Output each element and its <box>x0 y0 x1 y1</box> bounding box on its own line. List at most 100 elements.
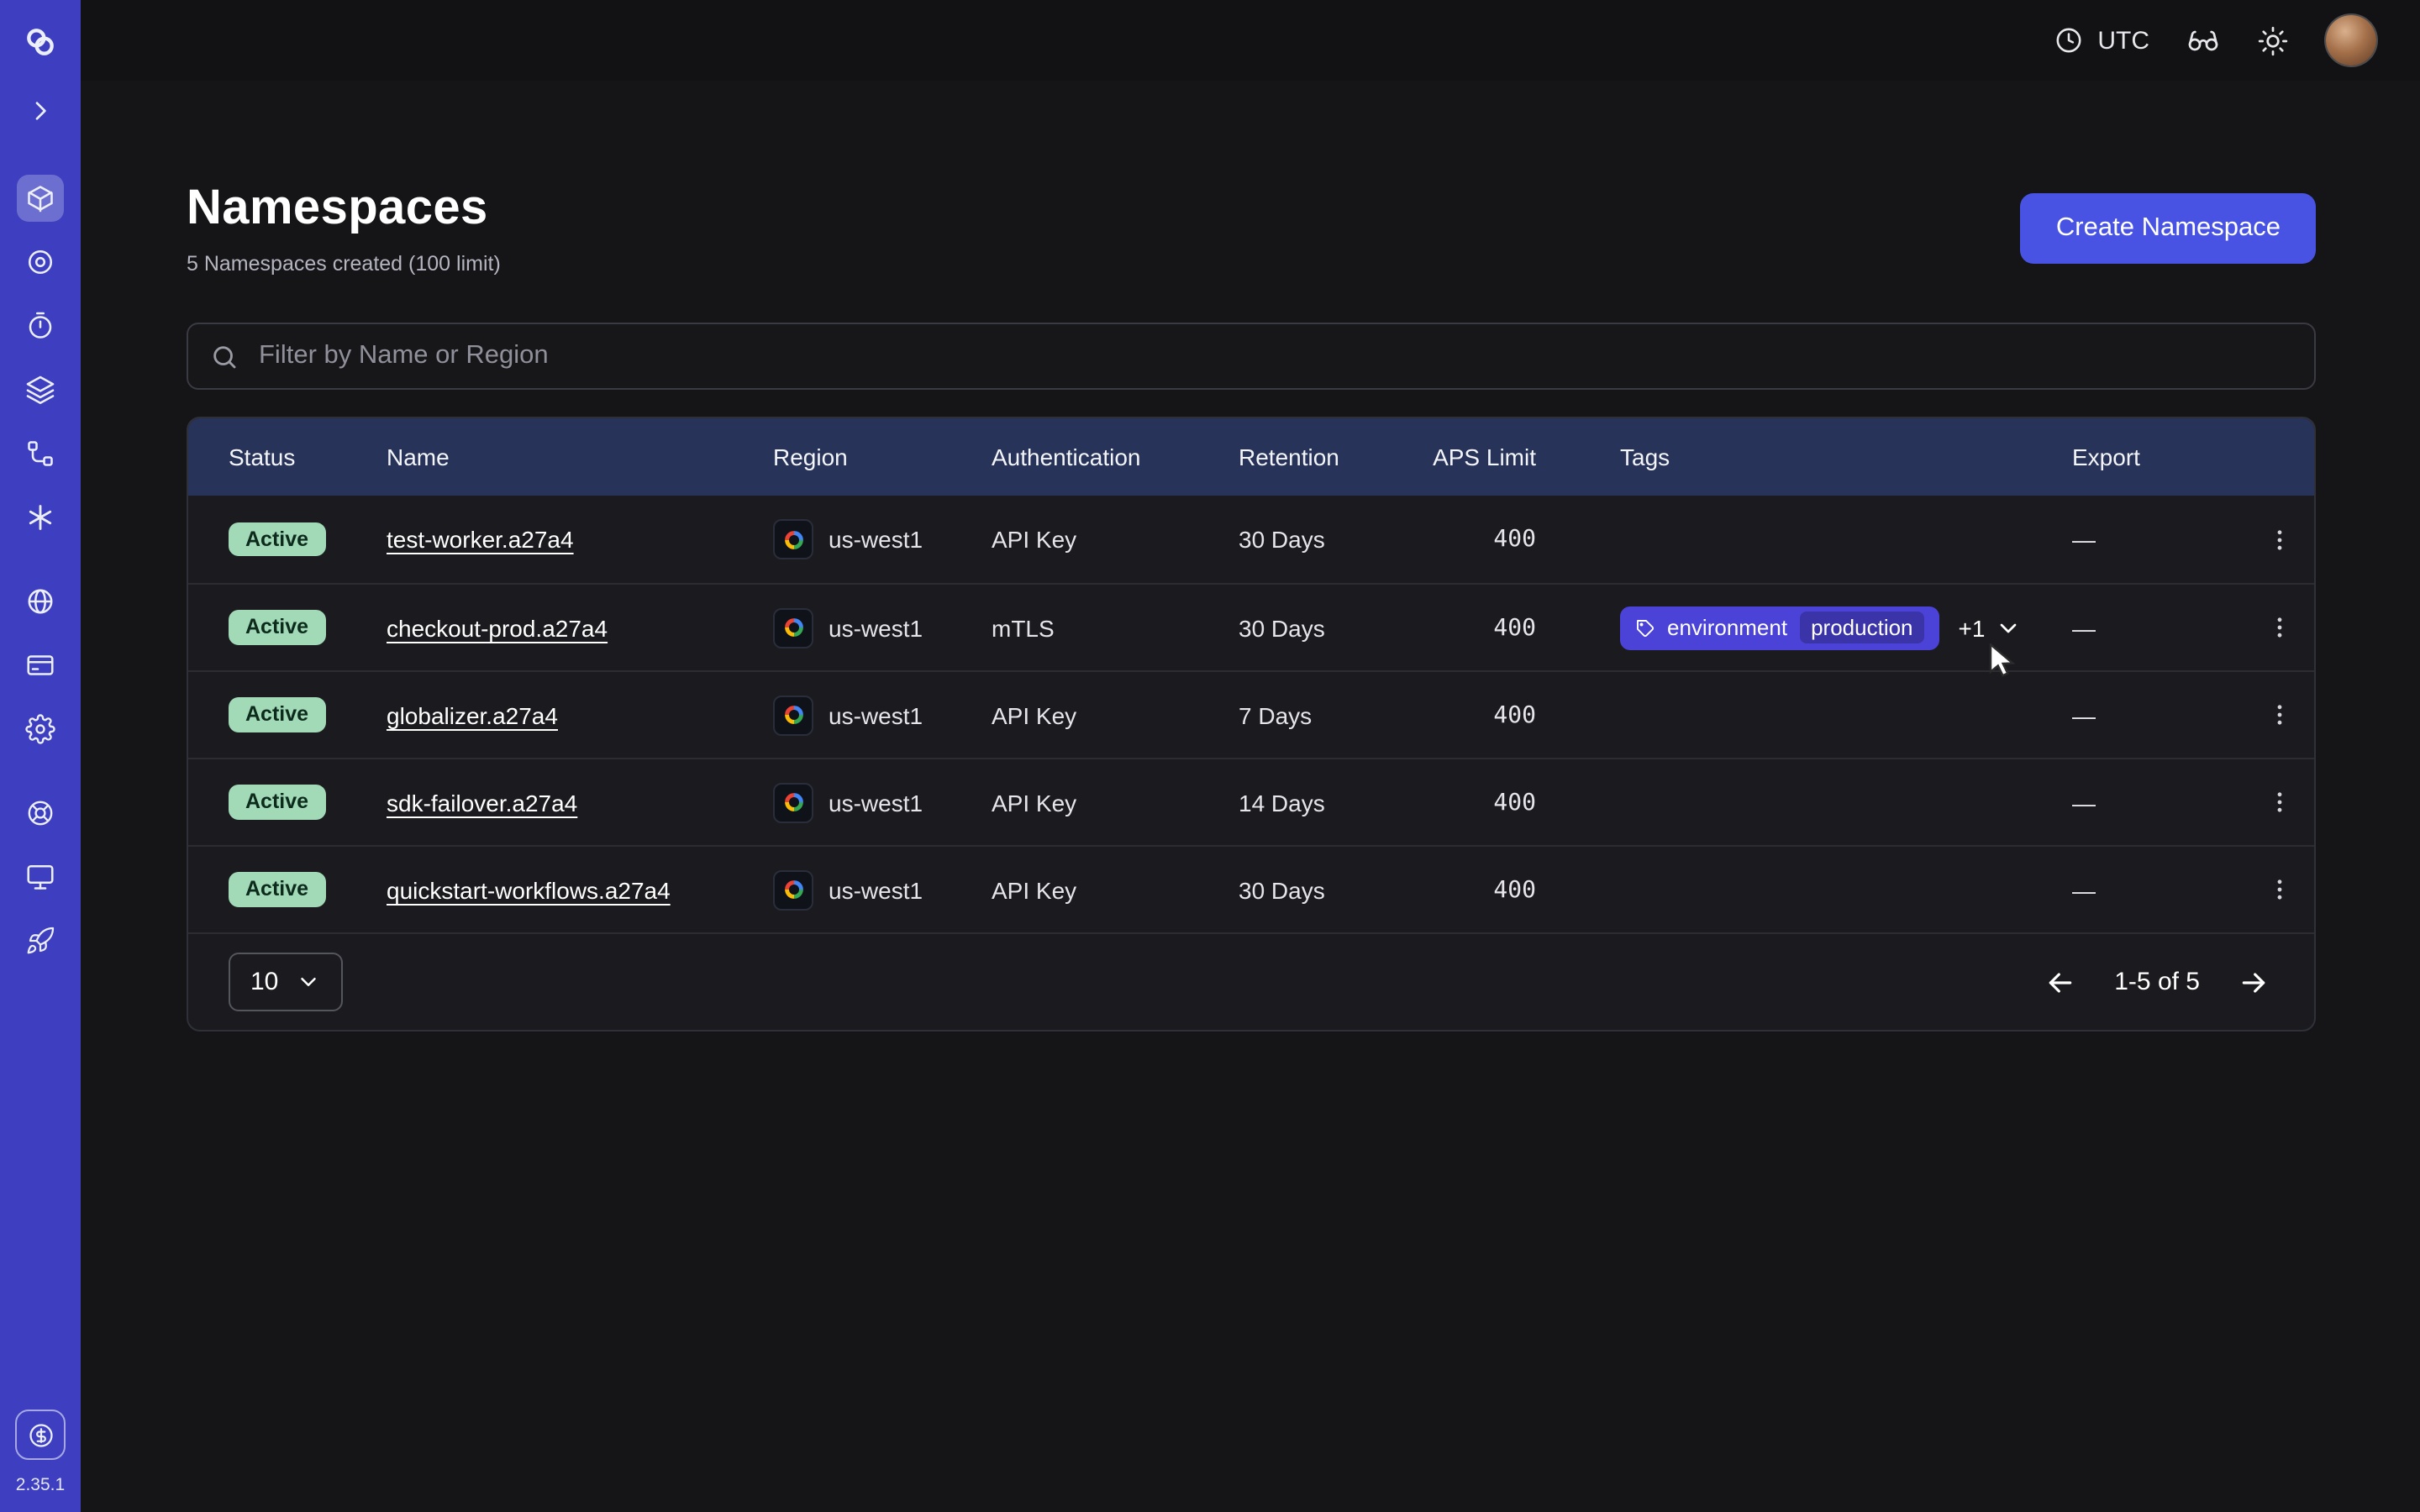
search-icon <box>210 342 239 370</box>
gcp-cloud-icon <box>773 607 813 648</box>
export-value: — <box>2072 701 2240 728</box>
table-row: Active test-worker.a27a4 us-west1 API Ke… <box>188 496 2314 583</box>
clock-icon <box>2054 25 2084 55</box>
table-row: Active checkout-prod.a27a4 us-west1 mTLS… <box>188 583 2314 670</box>
app-window: 2.35.1 UTC <box>0 0 2420 1512</box>
page-header: Namespaces 5 Namespaces created (100 lim… <box>187 181 2316 276</box>
namespaces-table: Status Name Region Authentication Retent… <box>187 417 2316 1032</box>
sidebar-item-nexus[interactable] <box>17 494 64 541</box>
glasses-icon <box>2186 24 2220 57</box>
usage-button[interactable] <box>15 1410 66 1460</box>
sidebar-bottom: 2.35.1 <box>15 1410 66 1512</box>
sidebar-item-settings[interactable] <box>17 706 64 753</box>
accessibility-button[interactable] <box>2186 24 2220 57</box>
topbar: UTC <box>81 0 2420 81</box>
timezone-button[interactable]: UTC <box>2054 25 2149 55</box>
sidebar-item-monitoring[interactable] <box>17 239 64 286</box>
sun-icon <box>2257 24 2289 56</box>
gcp-cloud-icon <box>773 782 813 822</box>
namespace-link[interactable]: checkout-prod.a27a4 <box>387 614 608 641</box>
kebab-menu-icon <box>2265 788 2293 816</box>
temporal-logo[interactable] <box>17 18 64 66</box>
tag-key: environment <box>1667 615 1787 640</box>
sidebar-item-regions[interactable] <box>17 578 64 625</box>
col-export: Export <box>2072 444 2240 470</box>
table-body: Active test-worker.a27a4 us-west1 API Ke… <box>188 496 2314 932</box>
sidebar-item-namespaces[interactable] <box>17 175 64 222</box>
col-tags: Tags <box>1620 444 2072 470</box>
region-label: us-west1 <box>829 526 923 553</box>
region-label: us-west1 <box>829 701 923 728</box>
gear-icon <box>25 714 55 744</box>
kebab-menu-icon <box>2265 875 2293 904</box>
retention-value: 30 Days <box>1239 614 1432 641</box>
cube-icon <box>25 183 55 213</box>
gcp-cloud-icon <box>773 695 813 735</box>
tags-expand-button[interactable] <box>1995 614 2022 641</box>
kebab-menu-icon <box>2265 525 2293 554</box>
namespace-link[interactable]: test-worker.a27a4 <box>387 526 574 553</box>
aps-limit-value: 400 <box>1432 789 1620 816</box>
pager: 1-5 of 5 <box>2044 965 2270 999</box>
row-menu-button[interactable] <box>2258 781 2300 823</box>
main-content: Namespaces 5 Namespaces created (100 lim… <box>81 81 2420 1512</box>
user-avatar[interactable] <box>2326 15 2376 66</box>
search-bar <box>187 323 2316 390</box>
col-retention: Retention <box>1239 444 1432 470</box>
auth-value: API Key <box>992 526 1239 553</box>
namespace-link[interactable]: globalizer.a27a4 <box>387 701 558 728</box>
row-menu-button[interactable] <box>2258 694 2300 736</box>
app-version: 2.35.1 <box>16 1475 65 1495</box>
lifebuoy-icon <box>25 798 55 828</box>
gcp-cloud-icon <box>773 869 813 910</box>
sidebar-nav-group-3 <box>17 790 64 964</box>
retention-value: 30 Days <box>1239 876 1432 903</box>
sidebar-expand-button[interactable] <box>17 87 64 134</box>
sidebar-item-docs[interactable] <box>17 853 64 900</box>
page-size-value: 10 <box>250 968 278 996</box>
create-namespace-button[interactable]: Create Namespace <box>2021 193 2316 264</box>
dollar-circle-icon <box>26 1420 55 1449</box>
tags-cell: environment production +1 <box>1620 606 2072 649</box>
export-value: — <box>2072 526 2240 553</box>
row-menu-button[interactable] <box>2258 606 2300 648</box>
row-menu-button[interactable] <box>2258 869 2300 911</box>
sidebar-item-billing[interactable] <box>17 642 64 689</box>
sidebar-item-deployments[interactable] <box>17 366 64 413</box>
sidebar-item-support[interactable] <box>17 790 64 837</box>
col-authentication: Authentication <box>992 444 1239 470</box>
sidebar: 2.35.1 <box>0 0 81 1512</box>
export-value: — <box>2072 614 2240 641</box>
row-menu-button[interactable] <box>2258 518 2300 560</box>
region-label: us-west1 <box>829 876 923 903</box>
timezone-label: UTC <box>2097 26 2149 55</box>
aps-limit-value: 400 <box>1432 614 1620 641</box>
auth-value: API Key <box>992 789 1239 816</box>
export-value: — <box>2072 789 2240 816</box>
credit-card-icon <box>25 650 55 680</box>
sidebar-item-getting-started[interactable] <box>17 917 64 964</box>
page-size-select[interactable]: 10 <box>229 953 342 1011</box>
next-page-button[interactable] <box>2237 965 2270 999</box>
search-input[interactable] <box>255 339 2292 373</box>
namespace-link[interactable]: sdk-failover.a27a4 <box>387 789 577 816</box>
theme-toggle-button[interactable] <box>2257 24 2289 56</box>
namespace-link[interactable]: quickstart-workflows.a27a4 <box>387 876 671 903</box>
retention-value: 14 Days <box>1239 789 1432 816</box>
page-title: Namespaces <box>187 181 501 237</box>
monitor-icon <box>25 862 55 892</box>
target-icon <box>25 247 55 277</box>
sidebar-item-workflows[interactable] <box>17 430 64 477</box>
page-subtitle: 5 Namespaces created (100 limit) <box>187 252 501 276</box>
auth-value: API Key <box>992 701 1239 728</box>
status-badge: Active <box>229 698 325 732</box>
retention-value: 30 Days <box>1239 526 1432 553</box>
aps-limit-value: 400 <box>1432 876 1620 903</box>
gcp-cloud-icon <box>773 519 813 559</box>
table-row: Active globalizer.a27a4 us-west1 API Key… <box>188 670 2314 758</box>
tag-pill[interactable]: environment production <box>1620 606 1940 649</box>
rocket-icon <box>25 926 55 956</box>
prev-page-button[interactable] <box>2044 965 2077 999</box>
sidebar-item-schedules[interactable] <box>17 302 64 349</box>
table-footer: 10 1-5 of 5 <box>188 932 2314 1030</box>
